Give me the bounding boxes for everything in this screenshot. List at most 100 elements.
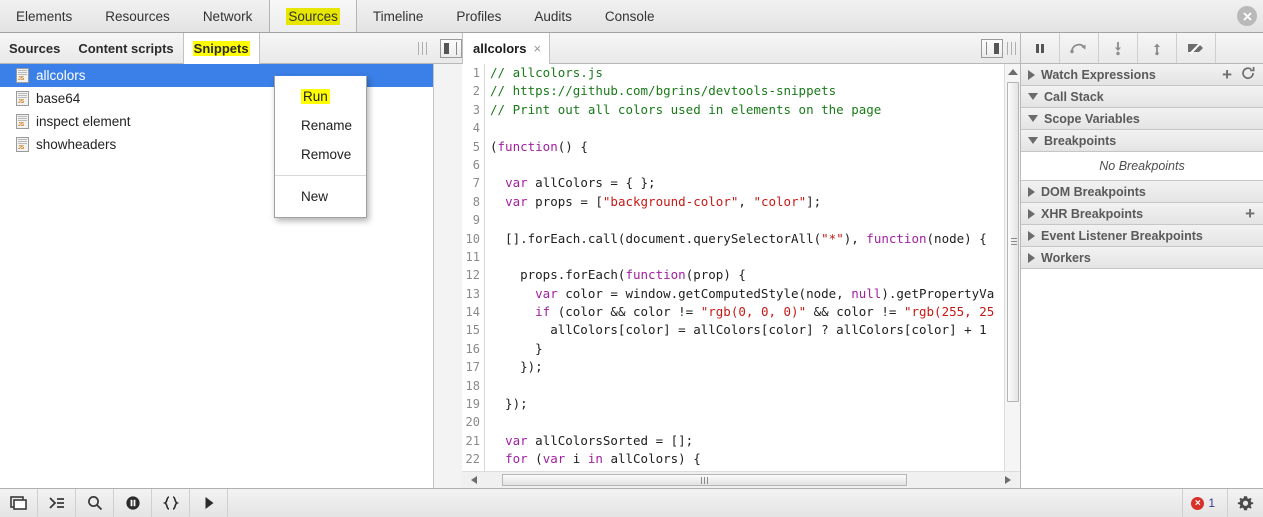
sub-tab-sources[interactable]: Sources	[0, 33, 69, 64]
step-over-button[interactable]	[1060, 33, 1099, 63]
refresh-button[interactable]	[1241, 66, 1255, 83]
context-menu-item-remove[interactable]: Remove	[275, 140, 366, 169]
show-console-button[interactable]	[38, 489, 76, 517]
sidebar-section-watch-expressions[interactable]: Watch Expressions +	[1021, 64, 1263, 86]
sidebar-section-call-stack[interactable]: Call Stack	[1021, 86, 1263, 108]
code-line[interactable]: });	[486, 395, 1020, 413]
navigator-resize-grip[interactable]	[418, 42, 429, 55]
sidebar-section-event-listener-breakpoints[interactable]: Event Listener Breakpoints	[1021, 225, 1263, 247]
main-tab-timeline[interactable]: Timeline	[357, 0, 441, 32]
sub-tab-snippets[interactable]: Snippets	[182, 33, 260, 64]
code-line[interactable]: var props = ["background-color", "color"…	[486, 193, 1020, 211]
pause-script-button[interactable]	[1021, 33, 1060, 63]
debugger-sidebar: Watch Expressions + Call Stack Scope Variab…	[1020, 33, 1263, 488]
main-tab-profiles[interactable]: Profiles	[440, 0, 518, 32]
main-tab-label: Timeline	[372, 8, 424, 24]
step-into-button[interactable]	[1099, 33, 1138, 63]
sidebar-section-label: Workers	[1041, 250, 1091, 265]
editor-file-tab-close-icon[interactable]: ×	[533, 41, 541, 56]
main-tab-audits[interactable]: Audits	[518, 0, 589, 32]
scroll-left-arrow-icon[interactable]	[471, 476, 477, 484]
code-line[interactable]: allColors[color] = allColors[color] ? al…	[486, 321, 1020, 339]
sidebar-section-dom-breakpoints[interactable]: DOM Breakpoints	[1021, 181, 1263, 203]
code-line[interactable]: var color = window.getComputedStyle(node…	[486, 285, 1020, 303]
main-tab-network[interactable]: Network	[187, 0, 270, 32]
code-line[interactable]	[486, 377, 1020, 395]
context-menu-item-new[interactable]: New	[275, 182, 366, 211]
code-line[interactable]: var allColorsSorted = [];	[486, 432, 1020, 450]
code-line[interactable]: // allcolors.js	[486, 64, 1020, 82]
sidebar-section-xhr-breakpoints[interactable]: XHR Breakpoints +	[1021, 203, 1263, 225]
curly-braces-icon	[162, 496, 179, 510]
scroll-up-arrow-icon[interactable]	[1008, 69, 1018, 75]
deactivate-breakpoints-button[interactable]	[1177, 33, 1216, 63]
collapse-navigator-button[interactable]	[440, 39, 462, 58]
editor-file-tab[interactable]: allcolors ×	[462, 33, 551, 64]
play-icon	[205, 497, 213, 509]
code-line[interactable]: props.forEach(function(prop) {	[486, 266, 1020, 284]
editor-vertical-scrollbar[interactable]	[1004, 64, 1020, 488]
editor-horizontal-scrollbar[interactable]	[462, 471, 1020, 488]
sidebar-section-breakpoints[interactable]: Breakpoints	[1021, 130, 1263, 152]
code-line[interactable]: });	[486, 358, 1020, 376]
vertical-scroll-thumb[interactable]	[1007, 82, 1019, 402]
sub-tab-content-scripts[interactable]: Content scripts	[69, 33, 182, 64]
code-line[interactable]: }	[486, 340, 1020, 358]
step-out-button[interactable]	[1138, 33, 1177, 63]
code-token: // https://github.com/bgrins/devtools-sn…	[490, 83, 837, 99]
code-line[interactable]: if (color && color != "rgb(0, 0, 0)" && …	[486, 303, 1020, 321]
search-button[interactable]	[76, 489, 114, 517]
code-token: ];	[806, 193, 822, 209]
line-number-gutter: 1234567891011121314151617181920212223242…	[462, 64, 485, 488]
snippet-list-item[interactable]: inspect element	[0, 110, 433, 133]
run-snippet-button[interactable]	[190, 489, 228, 517]
code-line[interactable]: [].forEach.call(document.querySelectorAl…	[486, 230, 1020, 248]
add-button[interactable]: +	[1245, 205, 1255, 222]
code-line[interactable]	[486, 156, 1020, 174]
code-line[interactable]: // Print out all colors used in elements…	[486, 101, 1020, 119]
close-devtools-button[interactable]	[1237, 6, 1257, 26]
scroll-right-arrow-icon[interactable]	[1005, 476, 1011, 484]
show-debugger-sidebar-button[interactable]	[981, 39, 1003, 58]
main-tab-resources[interactable]: Resources	[89, 0, 187, 32]
snippet-list-item[interactable]: allcolors	[0, 64, 433, 87]
sidebar-section-scope-variables[interactable]: Scope Variables	[1021, 108, 1263, 130]
pretty-print-button[interactable]	[152, 489, 190, 517]
code-token: var	[542, 451, 566, 467]
sub-tab-label: Snippets	[192, 41, 250, 56]
code-line[interactable]	[486, 248, 1020, 266]
main-tab-elements[interactable]: Elements	[0, 0, 89, 32]
add-button[interactable]: +	[1222, 66, 1232, 83]
code-line[interactable]	[486, 119, 1020, 137]
settings-button[interactable]	[1227, 489, 1263, 517]
main-tab-console[interactable]: Console	[589, 0, 672, 32]
code-line[interactable]	[486, 211, 1020, 229]
code-line[interactable]: // https://github.com/bgrins/devtools-sn…	[486, 82, 1020, 100]
code-token: });	[490, 359, 543, 375]
code-token: // Print out all colors used in elements…	[490, 101, 882, 117]
code-editor[interactable]: 1234567891011121314151617181920212223242…	[462, 64, 1020, 488]
code-line[interactable]: (function() {	[486, 138, 1020, 156]
code-token: color = window.getComputedStyle(node,	[557, 285, 852, 301]
main-tab-label: Elements	[16, 8, 73, 24]
context-menu-item-run[interactable]: Run	[275, 82, 366, 111]
code-line[interactable]: for (var i in allColors) {	[486, 450, 1020, 468]
snippet-list-item[interactable]: base64	[0, 87, 433, 110]
code-content[interactable]: // allcolors.js // https://github.com/bgr…	[486, 64, 1020, 488]
dock-side-icon	[9, 496, 27, 510]
main-tab-label: Resources	[105, 8, 170, 24]
main-tab-sources[interactable]: Sources	[269, 0, 357, 32]
code-token: allColors[color] = allColors[color] ? al…	[490, 322, 987, 338]
editor-resize-grip[interactable]	[1007, 42, 1018, 55]
dock-side-button[interactable]	[0, 489, 38, 517]
snippet-list-item[interactable]: showheaders	[0, 133, 433, 156]
code-line[interactable]: var allColors = { };	[486, 174, 1020, 192]
code-token: var	[505, 175, 528, 191]
context-menu-item-rename[interactable]: Rename	[275, 111, 366, 140]
sidebar-section-workers[interactable]: Workers	[1021, 247, 1263, 269]
horizontal-scroll-thumb[interactable]	[502, 474, 907, 486]
pause-on-exceptions-button[interactable]	[114, 489, 152, 517]
code-line[interactable]	[486, 413, 1020, 431]
error-count-badge[interactable]: × 1	[1182, 489, 1227, 517]
